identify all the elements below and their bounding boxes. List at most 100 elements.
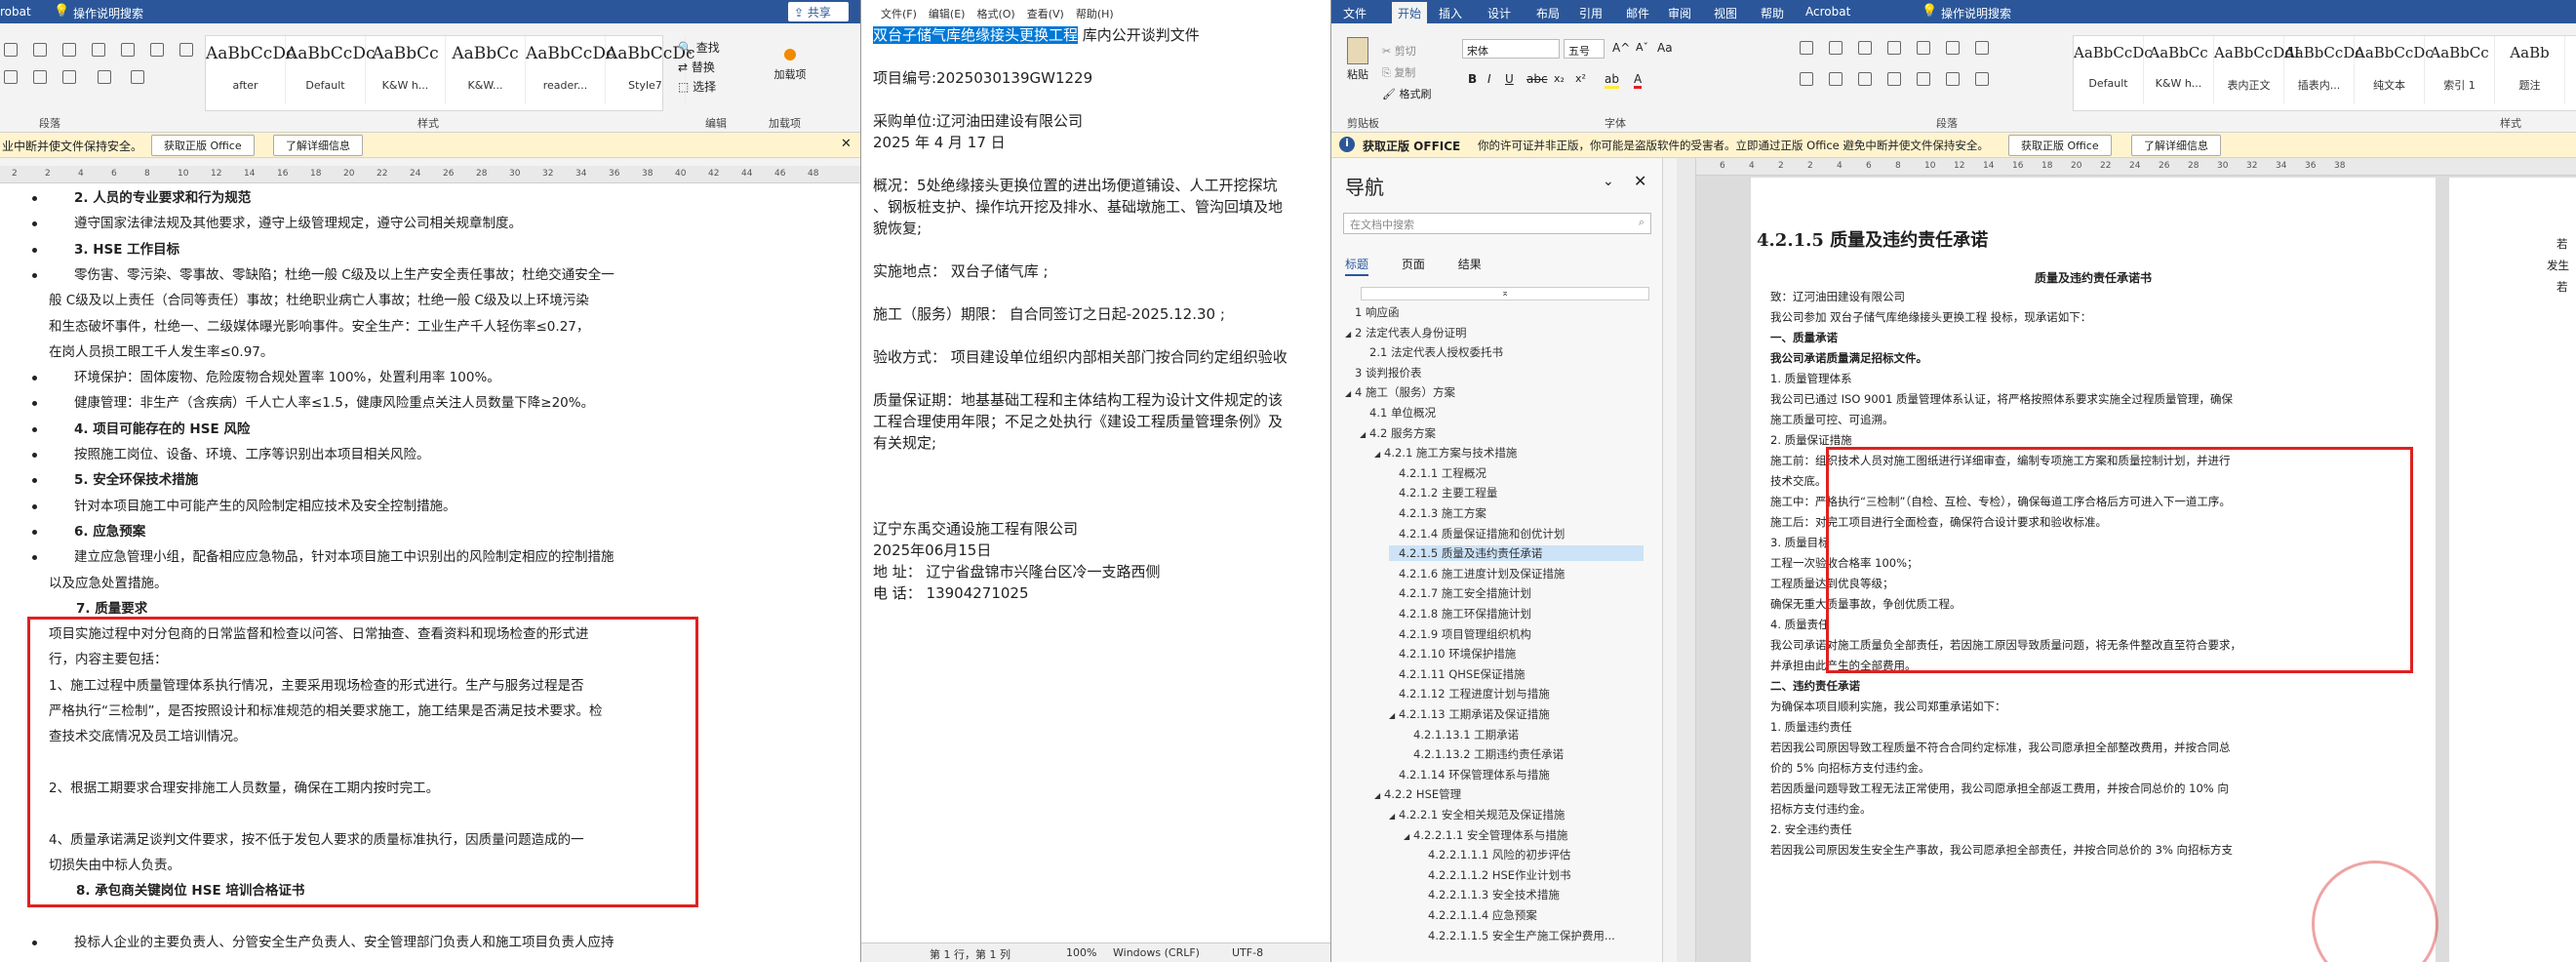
bullets-icon[interactable] [4, 43, 18, 57]
line-spacing-icon[interactable] [62, 70, 76, 84]
decrease-indent-icon[interactable] [92, 43, 105, 57]
numbering-icon[interactable] [33, 43, 47, 57]
nav-heading-item[interactable]: 4.2.1.12 工程进度计划与措施 [1389, 686, 1550, 701]
align-left-icon[interactable] [1800, 72, 1813, 86]
close-icon[interactable]: ✕ [1634, 172, 1646, 190]
align-center-icon[interactable] [1829, 72, 1843, 86]
ribbon-tab[interactable]: 引用 [1579, 5, 1603, 21]
increase-indent-icon[interactable] [1917, 41, 1930, 55]
notepad-menu-item[interactable]: 编辑(E) [929, 8, 966, 20]
nav-heading-item[interactable]: 4.2.1.14 环保管理体系与措施 [1389, 767, 1550, 782]
replace-button[interactable]: ⇄ 替换 [678, 59, 766, 78]
nav-heading-item[interactable]: ◢ 4.2.2.1.1 安全管理体系与措施 [1404, 827, 1567, 843]
font-name-select[interactable]: 宋体 [1462, 39, 1560, 59]
learn-more-button[interactable]: 了解详细信息 [2131, 135, 2221, 156]
font-size-select[interactable]: 五号 [1564, 39, 1605, 59]
nav-heading-item[interactable]: 4.1 单位概况 [1360, 405, 1436, 421]
grow-font-icon[interactable]: A^ [1612, 41, 1630, 55]
underline-icon[interactable]: U [1505, 72, 1514, 86]
notepad-text-area[interactable]: 双台子储气库绝缘接头更换工程 库内公开谈判文件 项目编号:2025030139GW… [873, 25, 1330, 933]
change-case-icon[interactable]: Aa [1657, 41, 1673, 55]
nav-heading-item[interactable]: 4.2.1.7 施工安全措施计划 [1389, 585, 1531, 601]
nav-search-input[interactable]: 在文档中搜索 ⌕ [1343, 213, 1651, 234]
nav-heading-item[interactable]: 4.2.1.5 质量及违约责任承诺 [1389, 545, 1644, 562]
caret-down-icon[interactable]: ◢ [1345, 330, 1355, 339]
caret-down-icon[interactable]: ◢ [1374, 791, 1384, 800]
borders-icon[interactable] [1975, 72, 1989, 86]
multilevel-icon[interactable] [62, 43, 76, 57]
shrink-font-icon[interactable]: Aˇ [1636, 41, 1648, 54]
style-1[interactable]: AaBbCcDc Default [286, 36, 375, 104]
style-3[interactable]: AaBbCc K&W... [446, 36, 526, 104]
find-button[interactable]: 🔍 查找 [678, 39, 766, 59]
get-genuine-button[interactable]: 获取正版 Office [2008, 135, 2112, 156]
shading-icon[interactable] [98, 70, 111, 84]
sort-icon[interactable] [1946, 41, 1960, 55]
italic-icon[interactable]: I [1487, 72, 1491, 86]
cut-button[interactable]: ✂ 剪切 [1382, 43, 1416, 59]
sort-icon[interactable] [150, 43, 164, 57]
horizontal-ruler[interactable]: 6 4 2 2 4 6 8 10 12 14 16 18 20 22 24 26 28 30 32 34 36 38 [1696, 158, 2576, 176]
highlight-icon[interactable]: ab [1605, 72, 1619, 89]
nav-heading-item[interactable]: 4.2.1.13.2 工期违约责任承诺 [1404, 746, 1564, 762]
style-4[interactable]: AaBbCcDc reader... [526, 36, 614, 104]
increase-indent-icon[interactable] [121, 43, 135, 57]
nav-heading-item[interactable]: 4.2.2.1.1.1 风险的初步评估 [1418, 847, 1570, 862]
style-5[interactable]: AaBbCc 索引 1 [2425, 36, 2495, 104]
bullets-icon[interactable] [1800, 41, 1813, 55]
get-genuine-button[interactable]: 获取正版 Office [151, 135, 255, 156]
nav-tab-headings[interactable]: 标题 [1345, 258, 1369, 276]
ribbon-tab[interactable]: 开始 [1392, 2, 1428, 24]
notepad-menu-item[interactable]: 文件(F) [881, 8, 917, 20]
nav-heading-item[interactable]: 1 响应函 [1345, 304, 1399, 320]
nav-heading-item[interactable]: ◢ 2 法定代表人身份证明 [1345, 325, 1466, 341]
nav-heading-item[interactable]: 4.2.1.2 主要工程量 [1389, 485, 1497, 501]
ribbon-tab[interactable]: Acrobat [1805, 5, 1850, 19]
nav-heading-item[interactable]: ◢ 4 施工（服务）方案 [1345, 384, 1455, 400]
borders-icon[interactable] [131, 70, 144, 84]
style-1[interactable]: AaBbCc K&W h... [2144, 36, 2214, 104]
ribbon-tab[interactable]: 文件 [1343, 5, 1367, 21]
caret-down-icon[interactable]: ◢ [1345, 389, 1355, 398]
nav-heading-item[interactable]: 4.2.1.13.1 工期承诺 [1404, 727, 1519, 742]
font-color-icon[interactable]: A [1634, 72, 1643, 89]
share-button[interactable]: ⇪ 共享 [788, 2, 849, 21]
caret-down-icon[interactable]: ◢ [1360, 430, 1369, 439]
select-button[interactable]: ⬚ 选择 [678, 78, 766, 98]
ribbon-tab[interactable]: 审阅 [1668, 5, 1691, 21]
ribbon-tab[interactable]: 插入 [1439, 5, 1462, 21]
show-marks-icon[interactable] [179, 43, 193, 57]
ribbon-tab[interactable]: 邮件 [1626, 5, 1649, 21]
style-2[interactable]: AaBbCcDdI 表内正文 [2214, 36, 2300, 104]
nav-heading-item[interactable]: ◢ 4.2.2 HSE管理 [1374, 786, 1461, 802]
line-spacing-icon[interactable] [1917, 72, 1930, 86]
multilevel-icon[interactable] [1858, 41, 1872, 55]
caret-down-icon[interactable]: ◢ [1389, 711, 1399, 720]
nav-heading-item[interactable]: ◢ 4.2.1 施工方案与技术措施 [1374, 445, 1517, 461]
nav-heading-item[interactable]: 4.2.1.10 环境保护措施 [1389, 646, 1516, 661]
notepad-menu-item[interactable]: 格式(O) [976, 8, 1014, 20]
nav-heading-item[interactable]: 4.2.1.9 项目管理组织机构 [1389, 626, 1531, 642]
nav-heading-item[interactable]: 4.2.2.1.1.2 HSE作业计划书 [1418, 867, 1571, 883]
close-icon[interactable]: ✕ [841, 137, 852, 151]
nav-tab-results[interactable]: 结果 [1458, 258, 1482, 271]
nav-heading-item[interactable]: 4.2.1.8 施工环保措施计划 [1389, 606, 1531, 621]
nav-heading-item[interactable]: 4.2.2.1.1.3 安全技术措施 [1418, 887, 1560, 902]
nav-tab-pages[interactable]: 页面 [1402, 258, 1425, 271]
horizontal-ruler[interactable]: 2 2 4 6 8 10 12 14 16 18 20 22 24 26 28 30 32 34 36 38 40 42 4… [0, 166, 860, 183]
style-0[interactable]: AaBbCcDc Default [2074, 36, 2153, 104]
style-4[interactable]: AaBbCcDc 纯文本 [2355, 36, 2434, 104]
nav-heading-item[interactable]: 4.2.2.1.1.4 应急预案 [1418, 907, 1537, 923]
vertical-ruler[interactable] [1677, 158, 1696, 962]
nav-heading-item[interactable]: 4.2.1.1 工程概况 [1389, 465, 1486, 481]
style-3[interactable]: AaBbCcDc 插表内... [2284, 36, 2363, 104]
numbering-icon[interactable] [1829, 41, 1843, 55]
copy-button[interactable]: ⎘ 复制 [1382, 64, 1415, 80]
nav-heading-item[interactable]: 4.2.1.4 质量保证措施和创优计划 [1389, 526, 1565, 541]
search-icon[interactable]: ⌕ [1639, 216, 1645, 229]
nav-heading-item[interactable]: 4.2.1.3 施工方案 [1389, 505, 1486, 521]
ribbon-tab[interactable]: 帮助 [1761, 5, 1784, 21]
nav-heading-item[interactable]: 4.2.1.11 QHSE保证措施 [1389, 666, 1525, 682]
learn-more-button[interactable]: 了解详细信息 [273, 135, 363, 156]
align-left-icon[interactable] [4, 70, 18, 84]
